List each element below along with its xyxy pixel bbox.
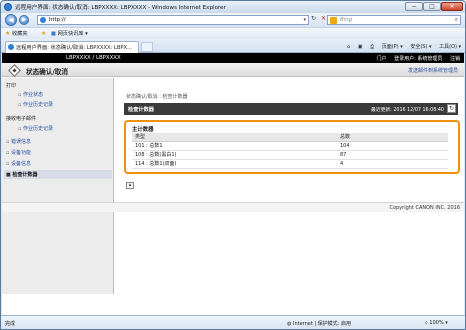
counter-table: 类型 总数 101 : 总数1 104 108 : 总数(黑白1) 87 114… xyxy=(132,133,448,169)
browser-window: 远程用户界面: 状态确认/取消: LBPXXXX: LBPXXXX - Wind… xyxy=(0,0,466,330)
window-title: 远程用户界面: 状态确认/取消: LBPXXXX: LBPXXXX - Wind… xyxy=(15,5,226,11)
favorites-bar: ★ 收藏夹 ★ ■ 网页快讯库 ▾ xyxy=(1,27,465,39)
sidebar-item-device-info[interactable]: 设备信息 xyxy=(6,160,31,167)
counter-type-cell: 114 : 总数1(双面) xyxy=(132,159,337,169)
zoom-icon: ⌕ xyxy=(425,320,428,326)
feeds-icon[interactable]: ▣ xyxy=(358,44,363,50)
product-name: LBPXXXX / LBPXXXX xyxy=(66,55,121,61)
address-dropdown-icon[interactable]: ▾ xyxy=(303,17,306,23)
security-zone-text[interactable]: ◍ Internet | 保护模式: 启用 xyxy=(287,320,351,327)
page-title: 状态确认/取消 xyxy=(26,68,68,76)
breadcrumb: 状态确认/取消 : 检查计数器 xyxy=(126,94,188,100)
table-row: 114 : 总数1(双面) 4 xyxy=(132,159,448,169)
browser-tab[interactable]: 远程用户界面: 状态确认/取消: LBPXXXX: LBPX... xyxy=(5,41,139,53)
favorites-star-icon: ★ xyxy=(5,30,11,37)
zoom-control[interactable]: ⌕ 100% ▾ xyxy=(425,320,448,326)
zoom-level: 100% xyxy=(429,320,444,326)
search-input[interactable]: Bing xyxy=(340,17,352,23)
ie-icon xyxy=(4,3,12,11)
sidebar-item-device-features[interactable]: 设备功能 xyxy=(6,149,31,156)
tools-menu[interactable]: 工具(O) ▾ xyxy=(439,44,461,50)
new-tab-button[interactable] xyxy=(141,42,153,52)
address-row: ◀ ▶ http:// ▾ ↻ ✕ Bing ⌕ xyxy=(1,13,465,27)
refresh-icon[interactable]: ↻ xyxy=(311,15,316,22)
back-icon[interactable]: ◀ xyxy=(5,14,17,26)
top-header: LBPXXXX / LBPXXXX 门户 登录用户: 系统管理员 注销 xyxy=(2,53,464,63)
tab-row: 远程用户界面: 状态确认/取消: LBPXXXX: LBPX... ⌂ ▣ ⎙ … xyxy=(1,39,465,53)
sidebar-item-job-log[interactable]: 作业历史记录 xyxy=(18,101,53,108)
sidebar: 打印 作业状态 作业历史记录 接收电子邮件 作业历史记录 错误信息 设备功能 设… xyxy=(2,78,114,294)
page-header: 状态确认/取消 发送邮件到系统管理员 xyxy=(2,63,464,77)
column-header-type: 类型 xyxy=(132,133,337,142)
globe-icon: ◍ xyxy=(287,321,292,327)
address-bar[interactable]: http:// ▾ xyxy=(37,15,309,25)
suggested-sites-button[interactable]: ■ 网页快讯库 ▾ xyxy=(51,30,88,37)
main-counter-box: 主计数器 类型 总数 101 : 总数1 104 108: 总数(黑白1) 8… xyxy=(124,120,460,174)
page-menu[interactable]: 页面(P) ▾ xyxy=(382,44,403,50)
counter-type-cell: 101 : 总数1 xyxy=(132,141,337,151)
sidebar-section-email: 接收电子邮件 xyxy=(6,116,37,122)
logout-link[interactable]: 注销 xyxy=(450,56,460,62)
close-button[interactable]: ✕ xyxy=(441,2,463,11)
minimize-button[interactable]: − xyxy=(405,2,423,11)
security-zone-label: Internet | 保护模式: 启用 xyxy=(292,321,351,327)
table-row: 108 : 总数(黑白1) 87 xyxy=(132,150,448,160)
tab-label: 远程用户界面: 状态确认/取消: LBPXXXX: LBPX... xyxy=(16,45,133,51)
login-user-text: 登录用户: 系统管理员 xyxy=(394,56,443,62)
page-footer: Copyright CANON INC. 2016 xyxy=(2,202,464,212)
safety-menu[interactable]: 安全(S) ▾ xyxy=(410,44,431,50)
table-row: 101 : 总数1 104 xyxy=(132,141,448,151)
counter-title: 主计数器 xyxy=(132,127,154,133)
refresh-button[interactable]: ↻ xyxy=(447,104,456,113)
stop-icon[interactable]: ✕ xyxy=(321,15,326,22)
status-text: 完成 xyxy=(5,321,16,327)
counter-type-cell: 108 : 总数(黑白1) xyxy=(132,150,337,160)
top-links: 门户 登录用户: 系统管理员 注销 xyxy=(371,55,461,62)
panel-header: 检查计数器 最近更新: 2016 12/07 16:08:40 ↻ xyxy=(124,103,458,115)
search-box[interactable]: Bing ⌕ xyxy=(327,15,461,25)
sidebar-item-job-status[interactable]: 作业状态 xyxy=(18,91,43,98)
add-favorite-icon[interactable]: ★ xyxy=(41,30,46,37)
sidebar-item-email-log[interactable]: 作业历史记录 xyxy=(18,125,53,132)
copyright-text: Copyright CANON INC. 2016 xyxy=(389,205,460,211)
last-updated-text: 最近更新: 2016 12/07 16:08:40 xyxy=(371,108,444,113)
menu-logo-icon xyxy=(8,64,21,77)
portal-link[interactable]: 门户 xyxy=(377,56,387,62)
counter-total-cell: 4 xyxy=(337,159,448,169)
sidebar-item-error-info[interactable]: 错误信息 xyxy=(6,138,31,145)
suggested-sites-label: 网页快讯库 ▾ xyxy=(57,31,88,37)
favorites-button[interactable]: ★ 收藏夹 xyxy=(5,30,28,37)
forward-icon[interactable]: ▶ xyxy=(19,15,29,25)
bing-icon xyxy=(330,17,337,24)
home-icon[interactable]: ⌂ xyxy=(347,44,350,50)
back-to-top-button[interactable]: ▴ xyxy=(126,182,134,189)
sidebar-item-counter-check[interactable]: 检查计数器 xyxy=(6,171,37,178)
title-bar: 远程用户界面: 状态确认/取消: LBPXXXX: LBPXXXX - Wind… xyxy=(1,1,465,13)
counter-total-cell: 104 xyxy=(337,141,448,151)
maximize-button[interactable]: □ xyxy=(423,2,441,11)
counter-header-row: 类型 总数 xyxy=(132,133,448,142)
send-email-link[interactable]: 发送邮件到系统管理员 xyxy=(408,67,458,74)
command-bar: ⌂ ▣ ⎙ 页面(P) ▾ 安全(S) ▾ 工具(O) ▾ ❷ ▾ xyxy=(341,43,465,50)
page-icon xyxy=(40,17,46,23)
counter-total-cell: 87 xyxy=(337,150,448,160)
tab-icon xyxy=(8,44,14,50)
search-icon[interactable]: ⌕ xyxy=(455,16,458,24)
sidebar-section-print: 打印 xyxy=(6,83,17,89)
column-header-total: 总数 xyxy=(337,133,448,142)
url-text[interactable]: http:// xyxy=(49,17,66,23)
print-icon[interactable]: ⎙ xyxy=(370,44,374,50)
page-content: LBPXXXX / LBPXXXX 门户 登录用户: 系统管理员 注销 状态确认… xyxy=(2,53,464,315)
status-bar: 完成 ◍ Internet | 保护模式: 启用 ⌕ 100% ▾ xyxy=(1,315,465,329)
favorites-label: 收藏夹 xyxy=(12,31,28,37)
panel-title: 检查计数器 xyxy=(128,107,154,113)
main-area: 状态确认/取消 : 检查计数器 检查计数器 最近更新: 2016 12/07 1… xyxy=(120,78,460,294)
